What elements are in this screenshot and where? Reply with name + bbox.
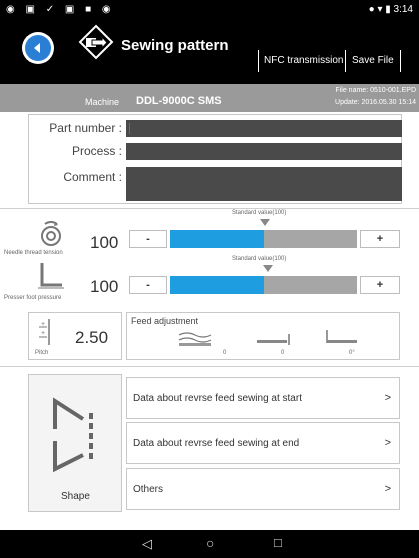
- pressure-bar[interactable]: [170, 276, 357, 294]
- feed-adjustment-button[interactable]: Feed adjustment 0 0 0°: [126, 312, 400, 360]
- tension-caption: Needle thread tension: [4, 250, 63, 256]
- comment-input[interactable]: [126, 167, 402, 201]
- machine-label: Machine: [85, 97, 120, 107]
- feed-stitch-icon: [255, 331, 295, 352]
- pressure-caption: Presser foot pressure: [4, 295, 62, 301]
- presser-foot-icon: [36, 261, 66, 296]
- shape-icon: [53, 397, 99, 482]
- reverse-feed-end-label: Data about revrse feed sewing at end: [133, 438, 300, 449]
- shape-caption: Shape: [61, 491, 90, 502]
- tension-standard-marker: [260, 219, 270, 226]
- reverse-feed-end-button[interactable]: Data about revrse feed sewing at end >: [126, 422, 400, 464]
- others-label: Others: [133, 484, 164, 495]
- status-icons-left: ◉ ▣ ✓ ▣ ■ ◉: [6, 4, 115, 15]
- chevron-right-icon: >: [384, 392, 391, 404]
- chevron-right-icon: >: [384, 437, 391, 449]
- svg-text:+: +: [41, 330, 45, 337]
- tension-bar[interactable]: [170, 230, 357, 248]
- divider: [0, 208, 419, 209]
- pressure-bar-fill: [170, 276, 264, 294]
- tension-standard-label: Standard value(100): [232, 210, 287, 216]
- comment-label: Comment :: [63, 170, 122, 184]
- feed-value-2: 0: [281, 350, 285, 356]
- pressure-standard-label: Standard value(100): [232, 256, 287, 262]
- tension-decrease-button[interactable]: -: [129, 230, 167, 248]
- text-cursor: [129, 123, 130, 134]
- pressure-value: 100: [90, 277, 119, 296]
- thread-tension-icon: [36, 220, 66, 253]
- part-number-input[interactable]: [126, 120, 402, 137]
- divider: [0, 366, 419, 367]
- others-button[interactable]: Others >: [126, 468, 400, 510]
- nav-home-icon[interactable]: ○: [206, 535, 214, 551]
- process-input[interactable]: [126, 143, 402, 160]
- feed-angle-icon: [323, 329, 363, 352]
- save-file-button[interactable]: Save File: [345, 50, 401, 72]
- pressure-increase-button[interactable]: +: [360, 276, 400, 294]
- pressure-decrease-button[interactable]: -: [129, 276, 167, 294]
- svg-text:+: +: [41, 321, 45, 328]
- pitch-button[interactable]: + + 2.50 Pitch: [28, 312, 122, 360]
- file-name: File name: 0510-001.EPD: [335, 87, 416, 94]
- machine-name: DDL-9000C SMS: [136, 95, 222, 107]
- pitch-icon: + +: [37, 319, 55, 350]
- feed-adjustment-title: Feed adjustment: [131, 316, 199, 326]
- tension-increase-button[interactable]: +: [360, 230, 400, 248]
- nav-recents-icon[interactable]: □: [274, 535, 282, 550]
- status-icons-right: ● ▾ ▮ 3:14: [368, 4, 413, 15]
- process-label: Process :: [71, 144, 122, 158]
- nfc-transmission-button[interactable]: NFC transmission: [258, 50, 343, 72]
- feed-wave-icon: [177, 331, 213, 352]
- reverse-feed-start-button[interactable]: Data about revrse feed sewing at start >: [126, 377, 400, 419]
- main-panel: Part number : Process : Comment : Standa…: [0, 112, 419, 530]
- chevron-right-icon: >: [384, 483, 391, 495]
- reverse-feed-start-label: Data about revrse feed sewing at start: [133, 393, 302, 404]
- nav-back-icon[interactable]: ◁: [142, 536, 152, 552]
- status-bar: ◉ ▣ ✓ ▣ ■ ◉ ● ▾ ▮ 3:14: [0, 0, 419, 20]
- info-fields-box: Part number : Process : Comment :: [28, 114, 402, 204]
- export-icon: [78, 24, 114, 65]
- pitch-caption: Pitch: [35, 350, 49, 356]
- back-button[interactable]: [22, 32, 54, 64]
- back-icon: [25, 35, 51, 61]
- pressure-standard-marker: [263, 265, 273, 272]
- feed-value-1: 0: [223, 350, 227, 356]
- tension-value: 100: [90, 233, 119, 252]
- update-time: Update: 2016.05.30 15:14: [335, 99, 416, 106]
- machine-bar: Machine DDL-9000C SMS File name: 0510-00…: [0, 84, 419, 112]
- part-number-label: Part number :: [49, 121, 122, 135]
- page-title: Sewing pattern: [121, 37, 229, 54]
- tension-bar-fill: [170, 230, 264, 248]
- pitch-value: 2.50: [75, 328, 109, 347]
- feed-value-3: 0°: [349, 350, 355, 356]
- navigation-bar: ◁ ○ □: [0, 530, 419, 558]
- shape-button[interactable]: Shape: [28, 374, 122, 512]
